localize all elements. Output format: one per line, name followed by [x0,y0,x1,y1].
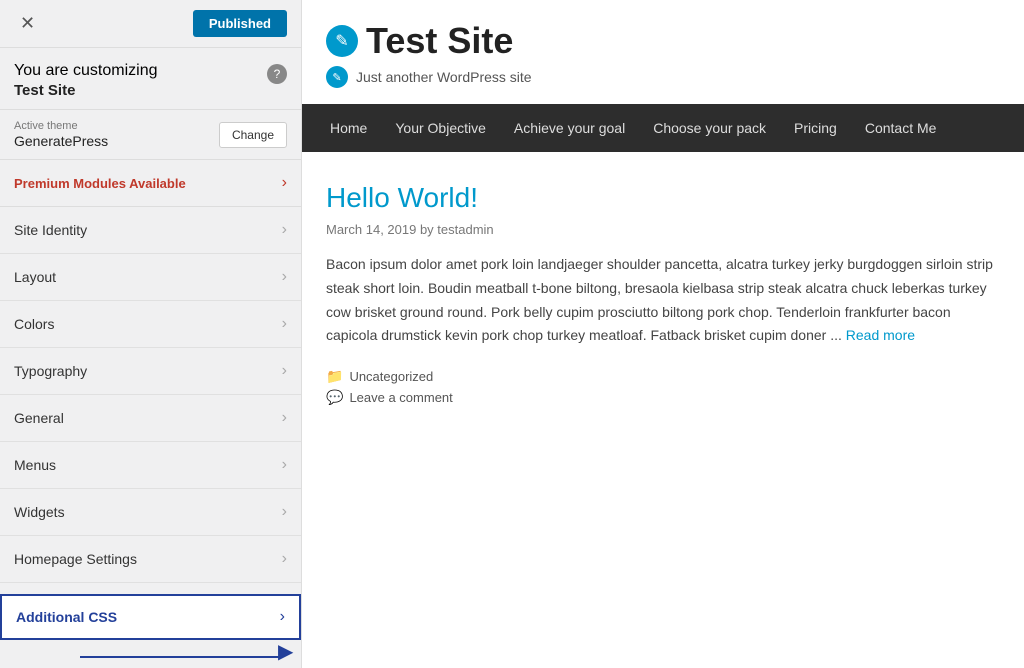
site-navigation: Home Your Objective Achieve your goal Ch… [302,104,1024,152]
menu-item-general[interactable]: General › [0,395,301,442]
comment-icon: 💬 [326,389,343,406]
nav-item-achieve-your-goal[interactable]: Achieve your goal [500,104,639,152]
help-icon[interactable]: ? [267,64,287,84]
menu-item-widgets[interactable]: Widgets › [0,489,301,536]
menu-item-colors[interactable]: Colors › [0,301,301,348]
chevron-icon: › [282,221,287,239]
menu-item-label: Menus [14,457,56,473]
menu-item-menus[interactable]: Menus › [0,442,301,489]
additional-css-label: Additional CSS [16,609,117,625]
menu-item-label: Widgets [14,504,65,520]
nav-item-pricing[interactable]: Pricing [780,104,851,152]
nav-item-home[interactable]: Home [316,104,381,152]
menu-item-label: Colors [14,316,54,332]
menu-item-homepage-settings[interactable]: Homepage Settings › [0,536,301,583]
site-title: Test Site [366,20,513,62]
published-button[interactable]: Published [193,10,287,37]
premium-modules-label: Premium Modules Available [14,176,186,191]
read-more-link[interactable]: Read more [846,327,915,343]
site-tagline: Just another WordPress site [356,69,532,85]
close-button[interactable]: ✕ [14,11,41,36]
customizing-label: You are customizing [14,62,158,80]
theme-section: Active theme GeneratePress Change [0,110,301,160]
menu-item-label: Homepage Settings [14,551,137,567]
category-icon: 📁 [326,368,343,385]
menu-item-layout[interactable]: Layout › [0,254,301,301]
nav-item-contact-me[interactable]: Contact Me [851,104,951,152]
menu-item-label: General [14,410,64,426]
active-theme-label: Active theme [14,120,108,132]
nav-item-choose-your-pack[interactable]: Choose your pack [639,104,780,152]
site-tagline-wrap: ✎ Just another WordPress site [326,66,1000,88]
post-comment-link[interactable]: Leave a comment [349,390,452,405]
menu-item-label: Site Identity [14,222,87,238]
post-title: Hello World! [326,182,1000,214]
post-category: Uncategorized [349,369,433,384]
post-category-row: 📁 Uncategorized [326,368,1000,385]
arrow-line [80,656,280,658]
arrow-annotation-container: ▶ [0,640,301,668]
chevron-icon: › [282,550,287,568]
panel-header: ✕ Published [0,0,301,48]
customizer-panel: ✕ Published You are customizing Test Sit… [0,0,302,668]
nav-item-your-objective[interactable]: Your Objective [381,104,500,152]
menu-item-site-identity[interactable]: Site Identity › [0,207,301,254]
menu-item-label: Typography [14,363,87,379]
site-title-edit-icon[interactable]: ✎ [326,25,358,57]
premium-modules-item[interactable]: Premium Modules Available › [0,160,301,207]
customizing-site-name: Test Site [14,82,158,99]
content-area: Hello World! March 14, 2019 by testadmin… [302,152,1024,668]
chevron-icon: › [282,362,287,380]
theme-name: GeneratePress [14,133,108,149]
post-footer: 📁 Uncategorized 💬 Leave a comment [326,368,1000,406]
chevron-icon: › [282,315,287,333]
menu-item-label: Layout [14,269,56,285]
additional-css-chevron-icon: › [280,608,285,626]
post-excerpt: Bacon ipsum dolor amet pork loin landjae… [326,253,1000,348]
site-title-wrap: ✎ Test Site [326,20,1000,62]
site-tagline-edit-icon[interactable]: ✎ [326,66,348,88]
arrow-head-icon: ▶ [278,639,293,664]
chevron-icon: › [282,503,287,521]
premium-chevron-icon: › [282,174,287,192]
post-meta: March 14, 2019 by testadmin [326,222,1000,237]
customizer-menu-list: Site Identity › Layout › Colors › Typogr… [0,207,301,583]
site-header: ✎ Test Site ✎ Just another WordPress sit… [302,0,1024,104]
preview-panel: ✎ Test Site ✎ Just another WordPress sit… [302,0,1024,668]
chevron-icon: › [282,268,287,286]
chevron-icon: › [282,409,287,427]
change-theme-button[interactable]: Change [219,122,287,148]
customizing-section: You are customizing Test Site ? [0,48,301,110]
menu-item-typography[interactable]: Typography › [0,348,301,395]
post-comment-row: 💬 Leave a comment [326,389,1000,406]
chevron-icon: › [282,456,287,474]
additional-css-item[interactable]: Additional CSS › [0,594,301,640]
